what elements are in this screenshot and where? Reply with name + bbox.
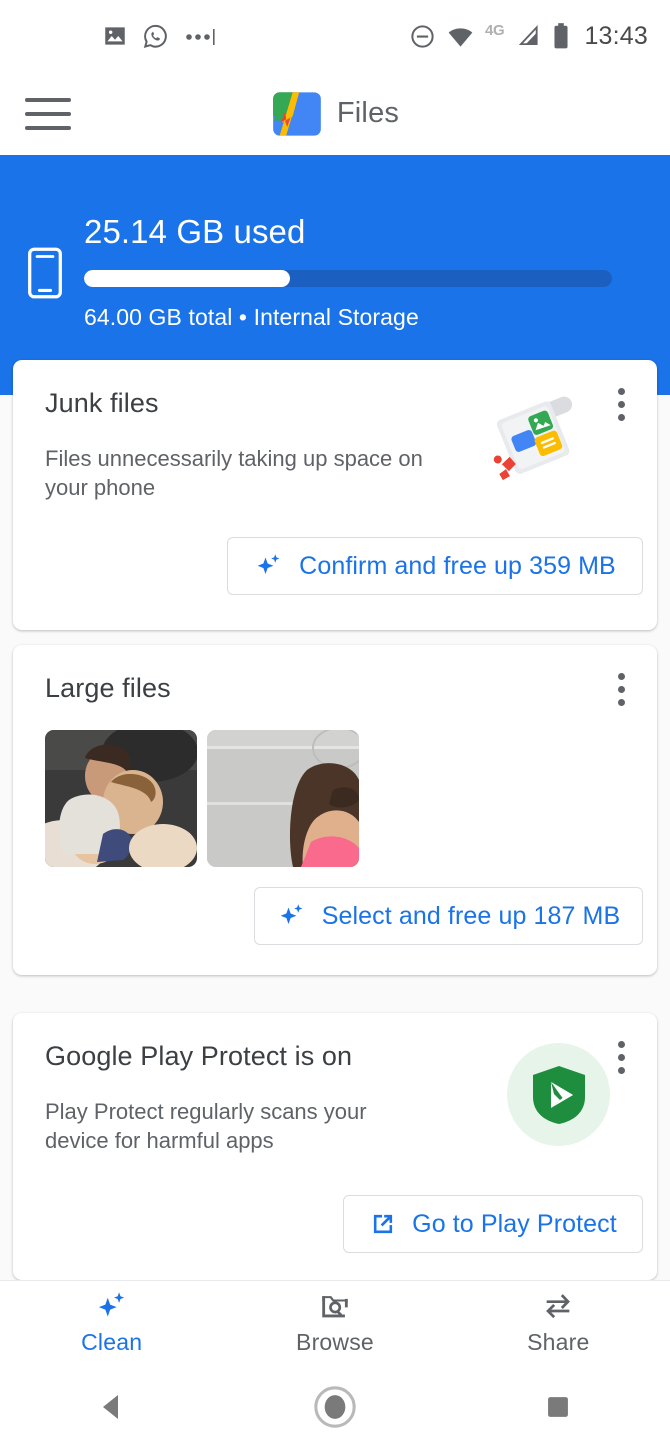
junk-files-kebab-menu-icon[interactable] (603, 382, 639, 426)
sparkle-icon (280, 904, 303, 924)
system-recents-button[interactable] (447, 1390, 670, 1424)
confirm-free-up-button[interactable]: Confirm and free up 359 MB (227, 537, 643, 595)
go-to-play-protect-button-label: Go to Play Protect (412, 1209, 617, 1238)
whatsapp-icon (143, 24, 167, 48)
nav-tab-clean[interactable]: Clean (0, 1289, 223, 1356)
junk-files-subtitle: Files unnecessarily taking up space on y… (45, 446, 423, 501)
phone-screen: 4G 13:43 Files 25.14 GB used 64.00 GB to… (0, 0, 670, 1451)
photo-thumbnail-1[interactable] (45, 730, 197, 867)
storage-used-label: 25.14 GB used (84, 213, 306, 250)
app-bar: Files (0, 72, 670, 155)
select-free-up-button-label: Select and free up 187 MB (321, 901, 621, 930)
confirm-free-up-button-label: Confirm and free up 359 MB (299, 551, 616, 580)
home-circle-icon (314, 1386, 356, 1428)
play-protect-kebab-menu-icon[interactable] (603, 1035, 639, 1079)
select-free-up-button[interactable]: Select and free up 187 MB (254, 887, 643, 945)
nav-tab-browse-label: Browse (296, 1328, 374, 1355)
play-protect-subtitle: Play Protect regularly scans your device… (45, 1099, 367, 1154)
network-type-label: 4G (485, 21, 505, 39)
storage-header: 25.14 GB used 64.00 GB total • Internal … (0, 155, 670, 395)
image-icon (105, 27, 125, 45)
play-protect-shield-icon (532, 1065, 585, 1124)
dustpan-junk-illustration (493, 396, 573, 481)
storage-total-label: 64.00 GB total • Internal Storage (84, 304, 419, 330)
storage-summary: 25.14 GB used 64.00 GB total • Internal … (0, 215, 670, 331)
files-app-logo (273, 91, 321, 136)
folder-search-icon (322, 1295, 348, 1317)
swap-arrows-icon (546, 1293, 571, 1318)
large-files-thumbnail-list (45, 730, 359, 867)
external-link-icon (374, 1214, 393, 1234)
hamburger-menu-icon[interactable] (25, 97, 71, 130)
signal-icon (519, 25, 539, 46)
system-back-button[interactable] (0, 1389, 223, 1425)
nav-tab-share[interactable]: Share (447, 1289, 670, 1356)
wifi-icon (448, 27, 473, 47)
nav-tab-share-label: Share (527, 1328, 590, 1355)
system-navigation-bar (0, 1363, 670, 1451)
back-triangle-icon (102, 1395, 118, 1419)
battery-icon (554, 23, 568, 49)
app-bar-title-group: Files (0, 72, 670, 155)
junk-files-card[interactable]: Junk files Files unnecessarily taking up… (13, 360, 657, 630)
phone-icon (28, 247, 62, 299)
junk-files-title: Junk files (45, 388, 159, 418)
nav-tab-browse[interactable]: Browse (223, 1289, 446, 1356)
status-bar-left-icons (102, 23, 217, 50)
sparkle-icon (257, 554, 280, 574)
go-to-play-protect-button[interactable]: Go to Play Protect (343, 1195, 643, 1253)
storage-progress-bar (84, 270, 612, 287)
recents-square-icon (548, 1397, 569, 1417)
page-title: Files (336, 97, 400, 129)
play-protect-badge (507, 1043, 610, 1146)
large-files-title: Large files (45, 673, 171, 703)
do-not-disturb-icon (411, 24, 434, 48)
sparkle-icon (98, 1291, 124, 1316)
large-files-card[interactable]: Large files Select and free up 187 MB (13, 645, 657, 975)
clock-label: 13:43 (584, 21, 648, 50)
bottom-navigation: Clean Browse Share (0, 1280, 670, 1363)
photo-thumbnail-2[interactable] (207, 730, 359, 867)
nav-tab-clean-label: Clean (81, 1328, 143, 1355)
status-bar: 4G 13:43 (0, 0, 670, 72)
storage-progress-fill (84, 270, 290, 287)
more-dots-icon (186, 29, 215, 45)
play-protect-card[interactable]: Google Play Protect is on Play Protect r… (13, 1013, 657, 1280)
status-bar-right-icons: 4G 13:43 (409, 22, 648, 51)
system-home-button[interactable] (223, 1384, 446, 1430)
large-files-kebab-menu-icon[interactable] (603, 667, 639, 711)
storage-text-block: 25.14 GB used 64.00 GB total • Internal … (84, 215, 612, 331)
play-protect-title: Google Play Protect is on (45, 1041, 353, 1071)
